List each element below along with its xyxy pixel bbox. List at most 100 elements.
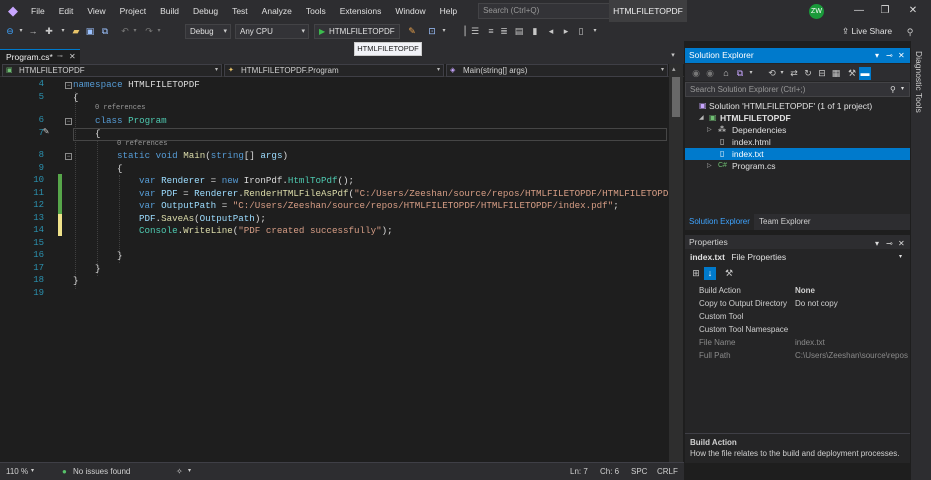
- property-row[interactable]: Build Action None: [695, 284, 910, 297]
- sync-icon[interactable]: ⇄: [789, 67, 799, 80]
- pin-icon[interactable]: ⊸: [57, 50, 63, 64]
- new-project-icon[interactable]: ✚: [43, 25, 55, 38]
- align-right-icon[interactable]: ≣: [499, 25, 509, 38]
- property-row[interactable]: Custom Tool Namespace: [695, 323, 910, 336]
- forward-icon[interactable]: →: [27, 25, 39, 38]
- undo-dropdown-icon[interactable]: ▾: [131, 25, 139, 38]
- refresh-icon[interactable]: ↻: [803, 67, 813, 80]
- menu-test[interactable]: Test: [225, 0, 255, 22]
- new-dropdown-icon[interactable]: ▾: [58, 25, 68, 38]
- solution-explorer-search-input[interactable]: Search Solution Explorer (Ctrl+;) ⚲ ▾: [685, 82, 910, 97]
- editor-vertical-scrollbar[interactable]: ▴: [669, 64, 683, 462]
- pending-changes-dropdown-icon[interactable]: ▾: [778, 67, 786, 80]
- avatar[interactable]: ZW: [809, 4, 824, 19]
- collapsed-icon[interactable]: ▷: [707, 124, 712, 136]
- close-tab-icon[interactable]: ✕: [69, 50, 76, 64]
- collapse-icon[interactable]: −: [65, 82, 72, 89]
- property-row[interactable]: Copy to Output Directory Do not copy: [695, 297, 910, 310]
- pending-changes-icon[interactable]: ⟲: [767, 67, 777, 80]
- switch-views-dropdown-icon[interactable]: ▾: [747, 67, 755, 80]
- open-folder-icon[interactable]: ▰: [70, 25, 82, 38]
- close-icon[interactable]: ✕: [900, 0, 926, 22]
- comment-icon[interactable]: ▤: [514, 25, 524, 38]
- property-pages-icon[interactable]: ⚒: [723, 267, 735, 280]
- tree-item-dependencies[interactable]: ▷ ⁂ Dependencies: [685, 124, 910, 136]
- tree-item-index-html[interactable]: ▯ index.html: [685, 136, 910, 148]
- menu-help[interactable]: Help: [433, 0, 464, 22]
- redo-icon[interactable]: ↷: [143, 25, 155, 38]
- scroll-up-icon[interactable]: ▴: [672, 65, 676, 73]
- pin-icon[interactable]: ⊸: [886, 237, 893, 251]
- menu-build[interactable]: Build: [153, 0, 186, 22]
- scrollbar-thumb[interactable]: [672, 77, 680, 117]
- undo-icon[interactable]: ↶: [119, 25, 131, 38]
- property-row[interactable]: Full Path C:\Users\Zeeshan\source\repos: [695, 349, 910, 362]
- pin-icon[interactable]: ⊸: [886, 48, 893, 63]
- collapse-all-icon[interactable]: ⊟: [817, 67, 827, 80]
- diagnostic-tools-tab[interactable]: Diagnostic Tools: [914, 51, 924, 113]
- collapsed-icon[interactable]: ▷: [707, 160, 712, 172]
- zoom-dropdown-icon[interactable]: ▾: [31, 463, 34, 480]
- feedback-icon[interactable]: ⚲: [905, 26, 915, 39]
- issues-status[interactable]: No issues found: [73, 463, 130, 480]
- tree-item-project[interactable]: ◢ ▣ HTMLFILETOPDF: [685, 112, 910, 124]
- format-icon[interactable]: ☰: [470, 25, 480, 38]
- save-icon[interactable]: ▣: [84, 25, 96, 38]
- preview-icon[interactable]: ▬: [859, 67, 871, 80]
- alphabetical-icon[interactable]: ↓: [704, 267, 716, 280]
- tab-solution-explorer[interactable]: Solution Explorer: [685, 214, 754, 230]
- back-icon[interactable]: ⊖: [4, 25, 16, 38]
- menu-analyze[interactable]: Analyze: [255, 0, 299, 22]
- next-bookmark-icon[interactable]: ▸: [561, 25, 571, 38]
- menu-view[interactable]: View: [80, 0, 112, 22]
- cleanup-dropdown-icon[interactable]: ▾: [188, 463, 191, 480]
- property-row[interactable]: File Name index.txt: [695, 336, 910, 349]
- clear-bookmark-icon[interactable]: ▯: [576, 25, 586, 38]
- menu-tools[interactable]: Tools: [299, 0, 333, 22]
- platform-select[interactable]: Any CPU ▾: [235, 24, 309, 39]
- live-share-button[interactable]: ⇪ Live Share: [842, 22, 892, 41]
- tree-item-program-cs[interactable]: ▷ C# Program.cs: [685, 160, 910, 172]
- codelens-references[interactable]: 0 references: [95, 104, 145, 112]
- browser-link-icon[interactable]: ✎: [405, 25, 419, 38]
- expanded-icon[interactable]: ◢: [699, 112, 704, 124]
- search-options-icon[interactable]: ▾: [901, 83, 904, 96]
- toolbar-options-icon[interactable]: ▾: [590, 25, 600, 38]
- codelens-references[interactable]: 0 references: [117, 140, 167, 148]
- save-all-icon[interactable]: ⧉: [99, 25, 111, 38]
- forward-icon[interactable]: ◉: [705, 67, 715, 80]
- menu-project[interactable]: Project: [113, 0, 153, 22]
- class-dropdown[interactable]: ✦ HTMLFILETOPDF.Program ▾: [224, 64, 444, 77]
- tab-program-cs[interactable]: Program.cs* ⊸ ✕: [0, 49, 80, 64]
- switch-views-icon[interactable]: ⧉: [735, 67, 745, 80]
- back-icon[interactable]: ◉: [691, 67, 701, 80]
- search-input[interactable]: Search (Ctrl+Q): [478, 3, 631, 19]
- zoom-level[interactable]: 110 %: [6, 463, 28, 480]
- window-position-icon[interactable]: ▾: [875, 48, 879, 63]
- visual-studio-logo-icon[interactable]: ◆: [2, 0, 24, 22]
- cleanup-icon[interactable]: ✧: [176, 463, 183, 480]
- bookmark-icon[interactable]: ▮: [530, 25, 540, 38]
- step-icon[interactable]: ▕: [457, 25, 467, 38]
- menu-edit[interactable]: Edit: [52, 0, 81, 22]
- home-icon[interactable]: ⌂: [721, 67, 731, 80]
- show-all-files-icon[interactable]: ▦: [831, 67, 841, 80]
- align-left-icon[interactable]: ≡: [486, 25, 496, 38]
- line-ending-indicator[interactable]: CRLF: [657, 463, 678, 480]
- tree-item-index-txt[interactable]: ▯ index.txt: [685, 148, 910, 160]
- categorized-icon[interactable]: ⊞: [690, 267, 702, 280]
- properties-object-selector[interactable]: index.txt File Properties ▾: [685, 251, 910, 264]
- collapse-icon[interactable]: −: [65, 118, 72, 125]
- window-position-icon[interactable]: ▾: [875, 237, 879, 251]
- menu-window[interactable]: Window: [388, 0, 432, 22]
- start-debugging-button[interactable]: ▶ HTMLFILETOPDF: [314, 24, 400, 39]
- close-icon[interactable]: ✕: [898, 237, 905, 251]
- menu-debug[interactable]: Debug: [186, 0, 225, 22]
- quick-actions-icon[interactable]: ✎: [43, 126, 49, 138]
- redo-dropdown-icon[interactable]: ▾: [155, 25, 163, 38]
- back-dropdown-icon[interactable]: ▾: [17, 25, 25, 38]
- prev-bookmark-icon[interactable]: ◂: [546, 25, 556, 38]
- tab-team-explorer[interactable]: Team Explorer: [755, 214, 815, 230]
- collapse-icon[interactable]: −: [65, 153, 72, 160]
- tab-overflow-icon[interactable]: ▾: [668, 49, 678, 62]
